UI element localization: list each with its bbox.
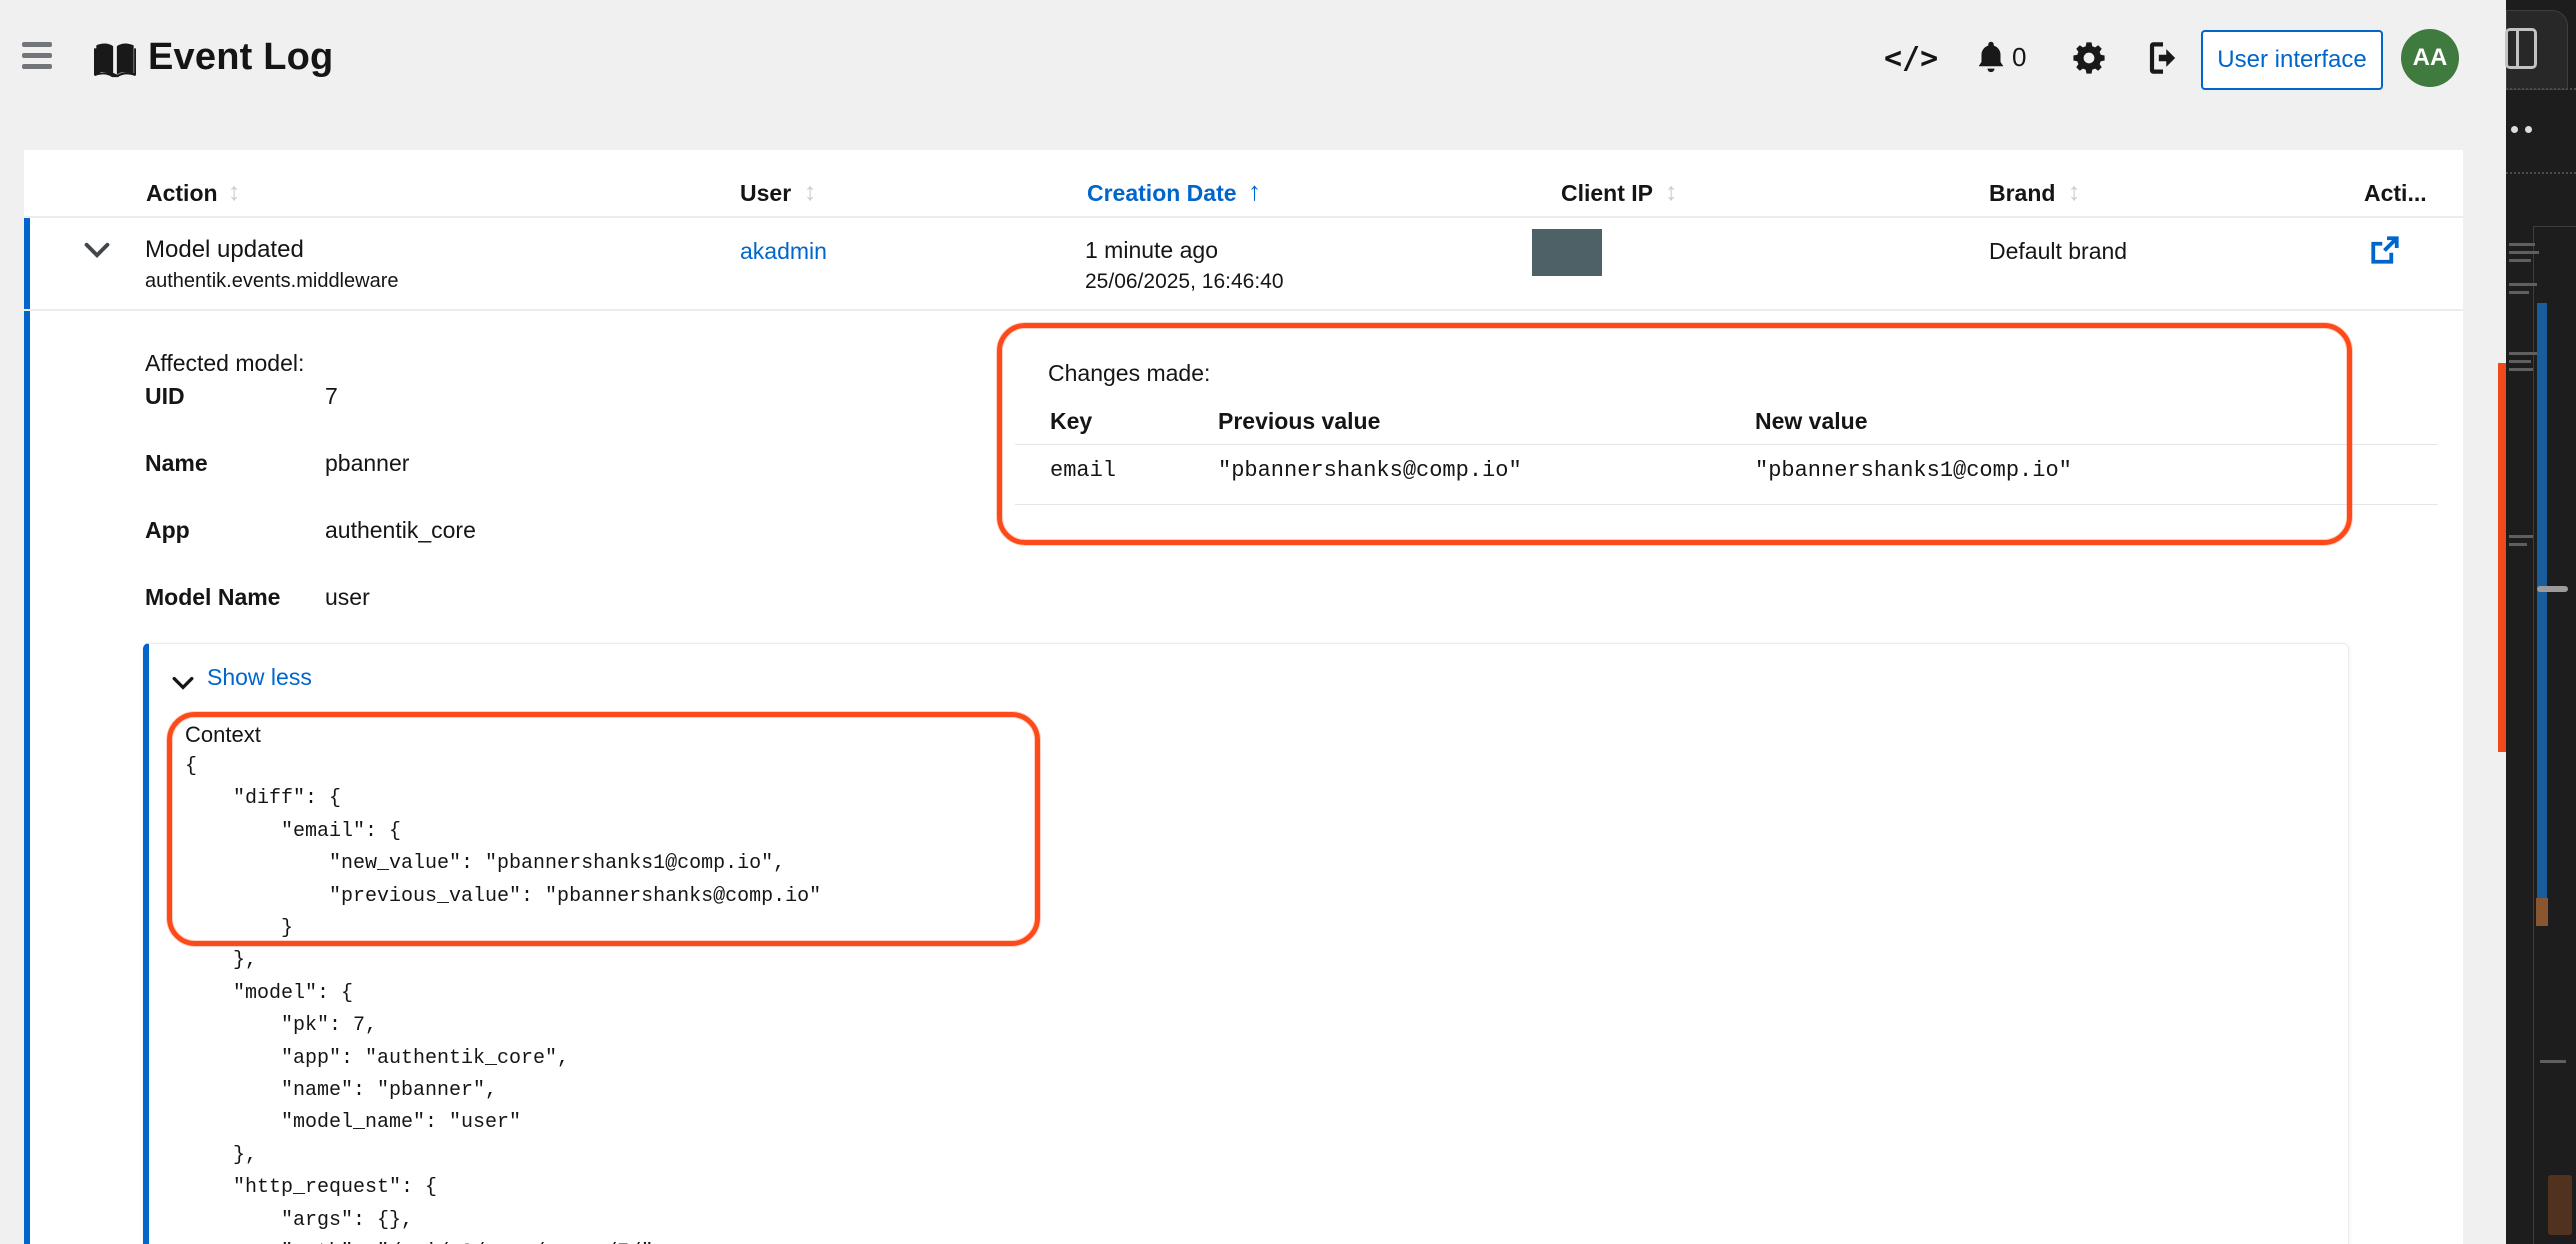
event-action-title: Model updated (145, 236, 304, 264)
changes-key-header: Key (1050, 408, 1092, 435)
field-value: authentik_core (325, 517, 476, 544)
affected-model-label: Affected model: (145, 350, 304, 377)
api-browser-icon[interactable]: </> (1884, 40, 1938, 76)
changes-new-header: New value (1755, 408, 1868, 435)
tiny-text-blur (2509, 283, 2537, 286)
event-action-subtitle: authentik.events.middleware (145, 270, 398, 293)
window-layout-icon (2505, 28, 2537, 69)
expanded-row-accent (24, 218, 30, 1244)
ellipsis-dot (2511, 126, 2518, 133)
tiny-text-blur (2509, 543, 2527, 546)
screen: Event Log </> 0 User interface AA Action… (0, 0, 2576, 1244)
sort-icon[interactable]: ↕ (2068, 178, 2081, 207)
sort-icon[interactable]: ↕ (1665, 178, 1678, 207)
tiny-text-blur (2509, 535, 2533, 538)
notification-count: 0 (2012, 42, 2026, 73)
hamburger-icon (22, 42, 52, 47)
table-header-divider (24, 216, 2463, 218)
notifications-bell-icon[interactable] (1976, 40, 2006, 76)
sort-icon[interactable]: ↕ (804, 178, 817, 207)
column-header-action[interactable]: Action (146, 180, 218, 207)
field-label: App (145, 517, 190, 544)
context-json-code: { "diff": { "email": { "new_value": "pba… (185, 751, 821, 1244)
tiny-text-blur (2509, 243, 2535, 246)
column-header-client-ip[interactable]: Client IP (1561, 180, 1653, 207)
tiny-text-blur (2509, 259, 2531, 262)
sort-ascending-icon[interactable]: ↑ (1248, 176, 1261, 207)
top-bar: Event Log </> 0 User interface AA (0, 0, 2576, 150)
column-header-user[interactable]: User (740, 180, 791, 207)
changes-header-divider (1015, 444, 2438, 445)
sidebar-toggle-button[interactable] (22, 42, 56, 70)
show-less-chevron-icon[interactable] (172, 676, 194, 690)
changes-previous-header: Previous value (1218, 408, 1380, 435)
ellipsis-dot (2525, 126, 2532, 133)
field-label: UID (145, 383, 185, 410)
sign-out-icon[interactable] (2146, 40, 2180, 76)
event-brand: Default brand (1989, 238, 2127, 265)
strip-scroll-handle[interactable] (2537, 586, 2568, 592)
field-value: 7 (325, 383, 338, 410)
strip-divider (2506, 88, 2576, 90)
settings-gear-icon[interactable] (2072, 40, 2106, 76)
strip-orange-bar (2498, 363, 2506, 752)
field-label: Name (145, 450, 208, 477)
client-ip-redaction-box (1532, 229, 1602, 276)
event-created-absolute: 25/06/2025, 16:46:40 (1085, 270, 1284, 294)
column-header-brand[interactable]: Brand (1989, 180, 2055, 207)
change-key: email (1050, 458, 1116, 483)
strip-brown-bar (2536, 898, 2548, 926)
show-less-toggle[interactable]: Show less (207, 664, 312, 691)
strip-bottom-blob (2548, 1175, 2572, 1235)
tiny-text-blur (2540, 1060, 2566, 1063)
event-user-link[interactable]: akadmin (740, 238, 827, 265)
change-previous-value: "pbannershanks@comp.io" (1218, 458, 1522, 483)
column-header-creation-date[interactable]: Creation Date (1087, 180, 1237, 207)
context-label: Context (185, 722, 261, 748)
row-divider (24, 309, 2463, 311)
user-interface-button[interactable]: User interface (2201, 30, 2383, 90)
collapse-row-chevron-icon[interactable] (84, 242, 110, 258)
sort-icon[interactable]: ↕ (228, 178, 241, 207)
field-value: user (325, 584, 370, 611)
tiny-text-blur (2509, 368, 2533, 371)
tiny-text-blur (2509, 360, 2531, 363)
tiny-text-blur (2509, 352, 2537, 355)
field-value: pbanner (325, 450, 409, 477)
changes-row-divider (1015, 504, 2438, 505)
tiny-text-blur (2509, 291, 2529, 294)
field-label: Model Name (145, 584, 280, 611)
changes-made-title: Changes made: (1048, 360, 1210, 387)
column-header-actions: Acti... (2364, 180, 2427, 207)
avatar[interactable]: AA (2401, 29, 2459, 87)
strip-blue-bar (2537, 303, 2547, 898)
event-created-relative: 1 minute ago (1085, 237, 1218, 264)
event-log-book-icon (94, 40, 136, 80)
strip-divider (2506, 172, 2576, 174)
open-event-icon[interactable] (2370, 235, 2400, 265)
page-title: Event Log (148, 36, 333, 79)
tiny-text-blur (2509, 251, 2539, 254)
change-new-value: "pbannershanks1@comp.io" (1755, 458, 2072, 483)
